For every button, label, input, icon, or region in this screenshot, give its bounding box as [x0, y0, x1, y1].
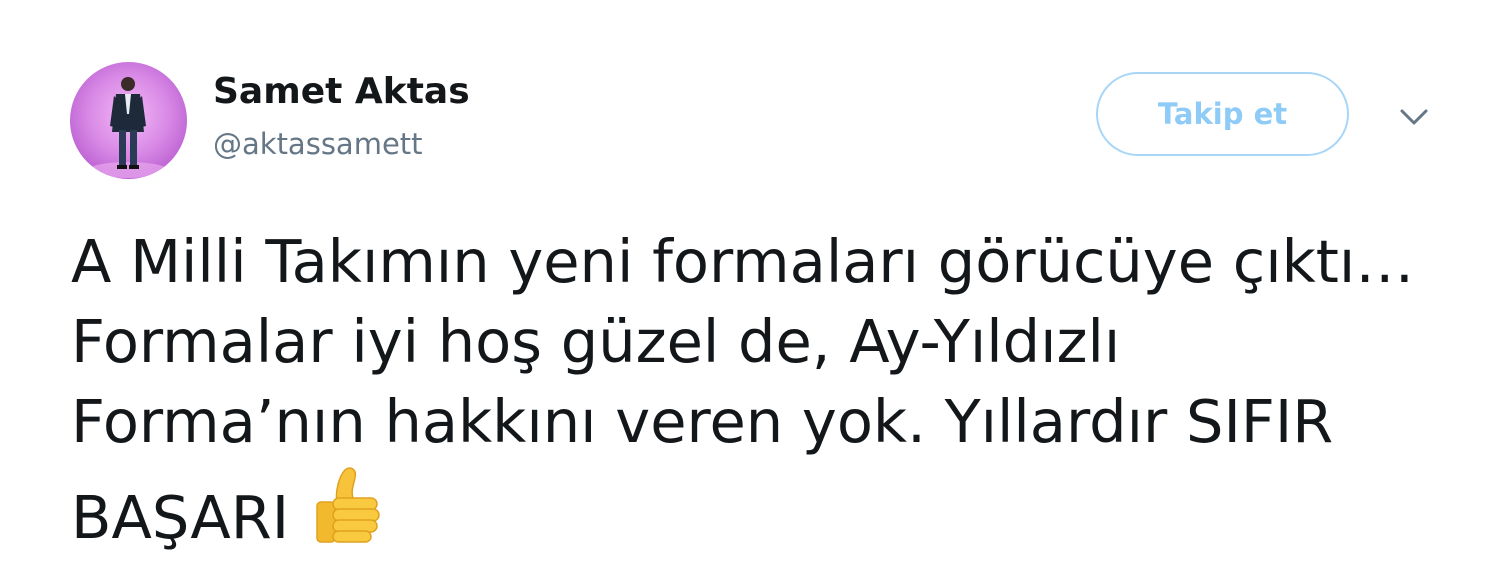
tweet-text-line: Formalar iyi hoş güzel de, Ay-Yıldızlı	[71, 307, 1121, 376]
user-handle[interactable]: @aktassamett	[213, 126, 423, 162]
follow-button[interactable]: Takip et	[1096, 72, 1349, 156]
display-name[interactable]: Samet Aktas	[213, 70, 470, 114]
tweet-card: Samet Aktas @aktassamett Takip et A Mill…	[0, 0, 1499, 555]
tweet-text: A Milli Takımın yeni formaları görücüye …	[71, 222, 1461, 552]
tweet-text-line: BAŞARI	[71, 483, 290, 552]
thumbs-up-icon	[307, 462, 393, 548]
chevron-down-icon[interactable]	[1394, 102, 1434, 132]
tweet-text-line-last: BAŞARI	[71, 462, 1461, 552]
avatar[interactable]	[70, 62, 187, 179]
tweet-text-line: Forma’nın hakkını veren yok. Yıllardır S…	[71, 387, 1334, 456]
tweet-text-line: A Milli Takımın yeni formaları görücüye …	[71, 227, 1415, 296]
person-figure-icon	[88, 77, 168, 178]
